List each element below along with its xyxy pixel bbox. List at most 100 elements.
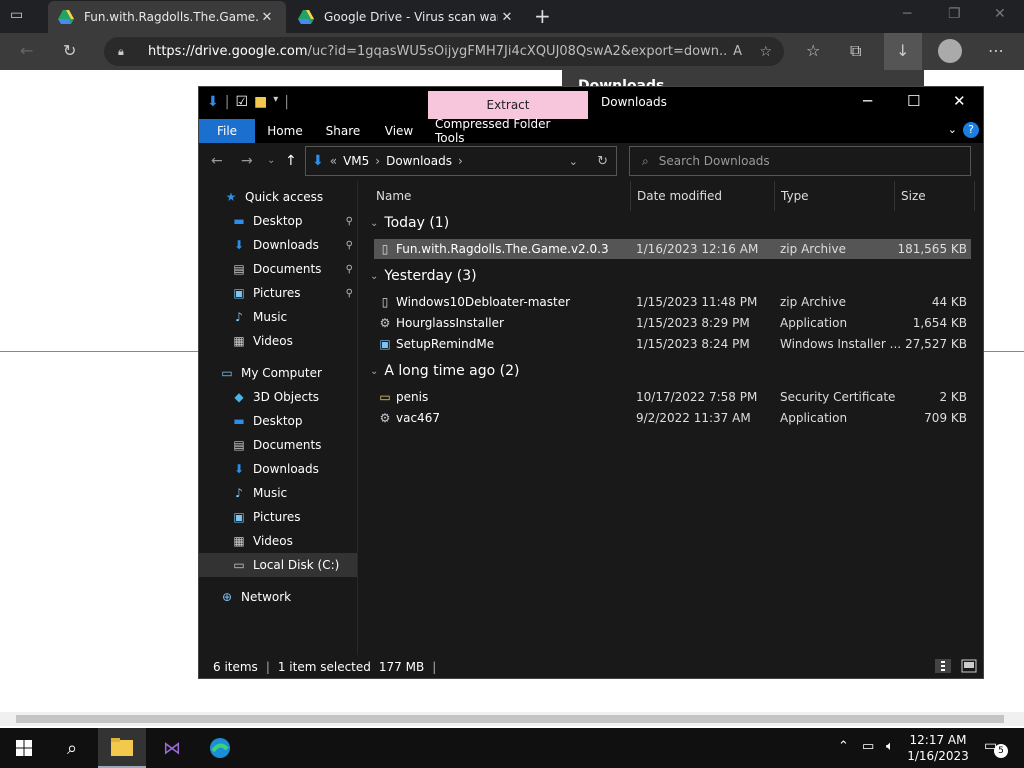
back-icon[interactable]: ← (20, 41, 33, 60)
lock-icon[interactable]: 🔒︎ (118, 45, 130, 59)
refresh-icon[interactable]: ↻ (597, 154, 608, 169)
tab-home[interactable]: Home (263, 119, 307, 143)
nav-item[interactable]: ▭ My Computer (199, 361, 357, 385)
volume-icon[interactable]: 🔈︎ (886, 739, 894, 754)
close-tab-icon[interactable]: ✕ (498, 10, 516, 25)
maximize-icon[interactable]: ☐ (907, 92, 920, 110)
refresh-icon[interactable]: ↻ (63, 41, 76, 60)
divider (0, 351, 200, 352)
file-row[interactable]: ▣ SetupRemindMe 1/15/2023 8:24 PM Windows I… (374, 334, 971, 354)
minimize-icon[interactable]: ─ (863, 92, 872, 110)
nav-item[interactable]: ▤ Documents ⚲ (199, 257, 357, 281)
notification-center[interactable]: ▭ 5 (984, 738, 1008, 758)
favorites-icon[interactable]: ☆ (806, 41, 820, 60)
read-aloud-icon[interactable]: A (733, 44, 742, 59)
breadcrumb-vm5[interactable]: VM5 (343, 154, 369, 168)
large-icons-view-icon[interactable] (961, 659, 977, 673)
visual-studio-icon[interactable]: ⋈ (148, 728, 196, 768)
nav-item-label: Pictures (253, 510, 301, 524)
file-row[interactable]: ▭ penis 10/17/2022 7:58 PM Security Certifi… (374, 387, 971, 407)
close-tab-icon[interactable]: ✕ (258, 10, 276, 25)
nav-item[interactable]: ♪ Music (199, 305, 357, 329)
scroll-thumb[interactable] (16, 715, 1004, 723)
nav-item-label: Videos (253, 334, 293, 348)
nav-item[interactable]: ▦ Videos (199, 329, 357, 353)
tab-file[interactable]: File (199, 119, 255, 143)
group-header[interactable]: ⌄ Yesterday (3) (370, 268, 477, 284)
tab-view[interactable]: View (379, 119, 419, 143)
nav-item[interactable]: ▦ Videos (199, 529, 357, 553)
restore-icon[interactable]: ❐ (948, 6, 961, 22)
add-favorite-icon[interactable]: ☆ (759, 44, 772, 60)
new-folder-icon[interactable]: ■ (254, 94, 267, 110)
overflow-icon[interactable]: « (330, 154, 337, 168)
nav-item[interactable]: ▣ Pictures ⚲ (199, 281, 357, 305)
show-hidden-icons[interactable]: ⌃ (838, 739, 849, 754)
browser-toolbar: ← ↻ 🔒︎ https://drive.google.com/uc?id=1g… (0, 33, 1024, 70)
more-icon[interactable]: ⋯ (988, 41, 1004, 60)
nav-item[interactable]: ⊕ Network (199, 585, 357, 609)
recent-locations-icon[interactable]: ⌄ (267, 155, 275, 166)
nav-item[interactable]: ⬇ Downloads ⚲ (199, 233, 357, 257)
page-scrollbar[interactable] (0, 712, 1024, 726)
file-row[interactable]: ⚙ vac467 9/2/2022 11:37 AM Application 709 K… (374, 408, 971, 428)
tab-title: Google Drive - Virus scan warnin (324, 10, 498, 24)
tab-ragdolls[interactable]: Fun.with.Ragdolls.The.Game.v2.0 ✕ (48, 1, 286, 33)
close-window-icon[interactable]: ✕ (994, 6, 1006, 22)
chevron-down-icon[interactable]: ⌄ (370, 218, 378, 229)
nav-item[interactable]: ▬ Desktop (199, 409, 357, 433)
column-date-modified[interactable]: Date modified (631, 181, 775, 211)
chevron-down-icon[interactable]: ⌄ (370, 271, 378, 282)
column-name[interactable]: Name (358, 181, 631, 211)
file-type: zip Archive (780, 295, 846, 309)
nav-item[interactable]: ▣ Pictures (199, 505, 357, 529)
nav-item[interactable]: ★ Quick access (199, 185, 357, 209)
forward-icon[interactable]: → (241, 153, 253, 169)
downloads-button[interactable]: ↓ (884, 33, 922, 70)
address-bar[interactable]: 🔒︎ https://drive.google.com/uc?id=1gqasW… (104, 37, 784, 66)
network-status-icon[interactable]: ▭ (862, 739, 874, 754)
tab-share[interactable]: Share (321, 119, 365, 143)
address-path[interactable]: ⬇ « VM5 › Downloads › ⌄ ↻ (305, 146, 617, 176)
close-icon[interactable]: ✕ (953, 92, 966, 110)
column-type[interactable]: Type (775, 181, 895, 211)
nav-item[interactable]: ◆ 3D Objects (199, 385, 357, 409)
collections-icon[interactable]: ⧉ (850, 41, 861, 61)
search-icon[interactable]: ⌕ (48, 728, 96, 768)
up-icon[interactable]: ↑ (285, 153, 297, 169)
chevron-down-icon[interactable]: ⌄ (370, 366, 378, 377)
details-view-icon[interactable] (935, 659, 951, 673)
group-header[interactable]: ⌄ Today (1) (370, 215, 449, 231)
back-icon[interactable]: ← (211, 153, 223, 169)
new-tab-icon[interactable]: + (534, 4, 551, 28)
tab-actions-icon[interactable]: ▭ (10, 7, 30, 25)
tab-compressed-folder-tools[interactable]: Compressed Folder Tools (435, 117, 579, 145)
minimize-icon[interactable]: ─ (903, 6, 911, 22)
file-row[interactable]: ⚙ HourglassInstaller 1/15/2023 8:29 PM Appl… (374, 313, 971, 333)
nav-item[interactable]: ▭ Local Disk (C:) (199, 553, 357, 577)
tab-drive-warning[interactable]: Google Drive - Virus scan warnin ✕ (288, 1, 526, 33)
file-row[interactable]: ▯ Fun.with.Ragdolls.The.Game.v2.0.3 1/16/2… (374, 239, 971, 259)
expand-ribbon-icon[interactable]: ⌄ (948, 123, 957, 136)
edge-taskbar[interactable] (196, 728, 244, 768)
help-icon[interactable]: ? (963, 122, 979, 138)
nav-item[interactable]: ▤ Documents (199, 433, 357, 457)
clock[interactable]: 12:17 AM 1/16/2023 (906, 732, 970, 764)
column-size[interactable]: Size (895, 181, 975, 211)
customize-toolbar-icon[interactable]: ▾ (273, 94, 278, 110)
group-header[interactable]: ⌄ A long time ago (2) (370, 363, 519, 379)
nav-item[interactable]: ▬ Desktop ⚲ (199, 209, 357, 233)
group-label: A long time ago (2) (384, 363, 520, 379)
profile-avatar[interactable] (938, 39, 962, 63)
nav-item[interactable]: ⬇ Downloads (199, 457, 357, 481)
search-input[interactable]: ⌕ Search Downloads (629, 146, 971, 176)
start-button[interactable] (0, 728, 48, 768)
chevron-down-icon[interactable]: ⌄ (569, 155, 578, 168)
properties-icon[interactable]: ☑ (235, 94, 248, 110)
extract-tab[interactable]: Extract (428, 91, 588, 119)
file-explorer-taskbar[interactable] (98, 728, 146, 768)
nav-item[interactable]: ♪ Music (199, 481, 357, 505)
breadcrumb-downloads[interactable]: Downloads (386, 154, 452, 168)
desktop-icon: ▬ (233, 214, 245, 228)
file-row[interactable]: ▯ Windows10Debloater-master 1/15/2023 11:4… (374, 292, 971, 312)
